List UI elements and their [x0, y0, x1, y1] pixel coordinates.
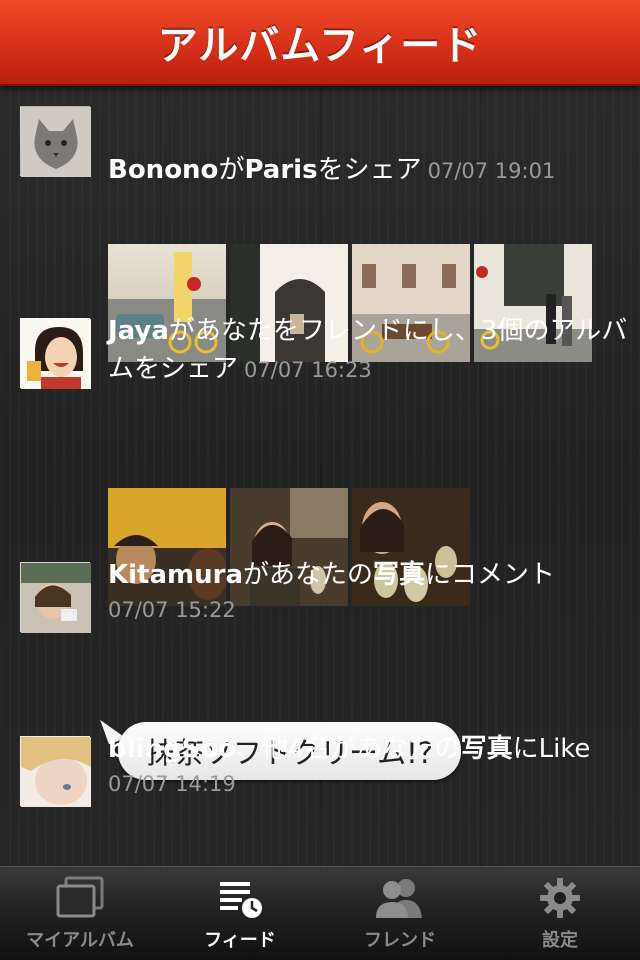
user-name[interactable]: blingSoo — [108, 734, 236, 764]
feed-item-text: BononoがParisをシェア 07/07 19:01 — [108, 155, 556, 185]
photo-avatar-image — [21, 737, 91, 807]
timestamp: 07/07 15:22 — [108, 598, 236, 622]
user-name[interactable]: Jaya — [108, 316, 169, 346]
cartoon-avatar-image — [21, 319, 91, 389]
tab-friends[interactable]: フレンド — [320, 867, 480, 960]
feed-item-text: Kitamuraがあなたの写真にコメント 07/07 15:22 — [108, 556, 628, 626]
tab-feed[interactable]: フィード — [160, 867, 320, 960]
nav-header: アルバムフィード — [0, 0, 640, 86]
avatar[interactable] — [20, 318, 91, 389]
photo-album-icon — [52, 874, 108, 922]
timestamp: 07/07 19:01 — [427, 159, 556, 183]
avatar[interactable] — [20, 736, 91, 807]
user-name[interactable]: Bonono — [108, 155, 218, 185]
friends-icon — [372, 874, 428, 922]
user-name[interactable]: Kitamura — [108, 560, 243, 590]
tab-my-album[interactable]: マイアルバム — [0, 867, 160, 960]
cat-avatar-image — [21, 107, 91, 177]
avatar[interactable] — [20, 562, 91, 633]
photo-avatar-image — [21, 563, 91, 633]
gear-icon — [532, 874, 588, 922]
timestamp: 07/07 14:19 — [108, 772, 236, 796]
page-title: アルバムフィード — [157, 23, 483, 69]
avatar[interactable] — [20, 106, 91, 177]
album-feed[interactable]: BononoがParisをシェア 07/07 19:01 Jayaがあなたをフレ… — [0, 86, 640, 866]
tab-label: マイアルバム — [26, 930, 134, 951]
photo-link[interactable]: 写真 — [373, 560, 425, 590]
tab-bar: マイアルバム フィード フレンド 設定 — [0, 866, 640, 960]
photo-link[interactable]: 写真 — [461, 734, 513, 764]
tab-label: フレンド — [364, 930, 436, 951]
album-link[interactable]: Paris — [244, 155, 317, 185]
feed-list-icon — [212, 874, 268, 922]
tab-settings[interactable]: 設定 — [480, 867, 640, 960]
feed-item-text: blingSoo、他4名があなたの写真にLike 07/07 14:19 — [108, 730, 628, 800]
feed-item-text: Jayaがあなたをフレンドにし、3個のアルバムをシェア 07/07 16:23 — [108, 316, 628, 384]
tab-label: 設定 — [542, 930, 578, 951]
timestamp: 07/07 16:23 — [244, 358, 372, 382]
tab-label: フィード — [204, 930, 276, 951]
